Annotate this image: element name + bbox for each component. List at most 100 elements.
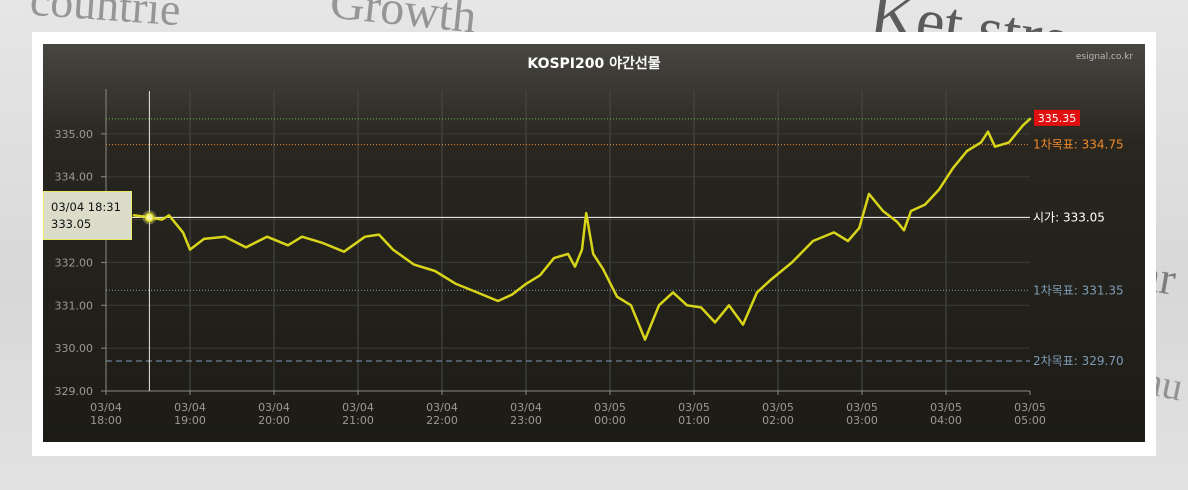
y-tick-label: 329.00 — [55, 385, 94, 398]
x-tick-label: 03/04 — [90, 401, 122, 414]
x-tick-label: 18:00 — [90, 414, 122, 427]
data-point — [567, 253, 569, 255]
price-series-line — [132, 117, 1032, 341]
data-point — [413, 263, 415, 266]
data-point — [168, 214, 170, 217]
data-point — [301, 235, 303, 238]
data-point — [392, 248, 394, 251]
data-point — [343, 250, 345, 253]
x-tick-label: 05:00 — [1014, 414, 1046, 427]
x-tick-label: 03/05 — [678, 401, 710, 414]
data-point — [791, 261, 793, 264]
data-point — [497, 300, 499, 302]
data-point — [434, 270, 436, 272]
tooltip-value: 333.05 — [51, 217, 92, 231]
source-label: esignal.co.kr — [1075, 52, 1133, 62]
x-tick-label: 03/04 — [174, 401, 206, 414]
data-point — [952, 167, 954, 169]
y-tick-label: 332.00 — [55, 256, 94, 269]
chart-panel[interactable]: 03/04 18:00 03/04 19:00 03/04 20:00 03/04 21:00… — [43, 44, 1145, 442]
data-point — [378, 233, 380, 236]
data-point — [287, 244, 289, 247]
data-point — [966, 150, 968, 152]
y-tick-label: 335.00 — [55, 128, 94, 141]
chart-plot[interactable]: 03/0418:0003/0419:0003/0420:0003/0421:00… — [43, 44, 1145, 442]
data-point — [189, 248, 191, 251]
data-point — [847, 240, 849, 242]
data-point — [672, 291, 674, 294]
reference-line-label: 시가: 333.05 — [1033, 210, 1105, 224]
data-point — [812, 240, 814, 242]
x-tick-label: 03/05 — [594, 401, 626, 414]
data-point — [700, 306, 702, 309]
data-point — [924, 203, 926, 206]
reference-line-label: 1차목표: 334.75 — [1033, 138, 1124, 152]
x-tick-label: 03/04 — [426, 401, 458, 414]
crosshair-marker — [144, 212, 155, 223]
y-tick-label: 331.00 — [55, 299, 94, 312]
data-point — [896, 220, 898, 223]
data-point — [644, 338, 646, 341]
data-point — [581, 248, 583, 251]
data-point — [1008, 141, 1010, 144]
data-point — [1029, 118, 1031, 120]
background-word: countrie — [28, 0, 183, 36]
data-point — [910, 210, 912, 212]
x-tick-label: 03/05 — [1014, 401, 1046, 414]
data-point — [994, 145, 996, 148]
data-point — [980, 141, 982, 144]
data-point — [658, 304, 660, 307]
data-point — [714, 321, 716, 324]
data-point — [161, 218, 163, 221]
data-point — [770, 278, 772, 281]
y-tick-label: 330.00 — [55, 342, 94, 355]
y-tick-label: 334.00 — [55, 171, 94, 184]
x-tick-label: 22:00 — [426, 414, 458, 427]
data-point — [630, 304, 632, 307]
x-tick-label: 03/05 — [930, 401, 962, 414]
data-point — [511, 293, 513, 296]
x-tick-label: 02:00 — [762, 414, 794, 427]
x-tick-label: 21:00 — [342, 414, 374, 427]
data-point — [585, 212, 587, 214]
data-point — [728, 304, 730, 307]
x-tick-label: 03/05 — [846, 401, 878, 414]
x-tick-label: 19:00 — [174, 414, 206, 427]
tooltip-time: 03/04 18:31 — [51, 200, 121, 214]
x-tick-label: 04:00 — [930, 414, 962, 427]
last-price-label: 335.35 — [1038, 112, 1077, 125]
data-point — [539, 274, 541, 277]
x-tick-label: 03/04 — [510, 401, 542, 414]
x-tick-label: 00:00 — [594, 414, 626, 427]
data-point — [858, 227, 860, 229]
x-tick-label: 03/04 — [342, 401, 374, 414]
data-point — [476, 291, 478, 294]
data-point — [602, 268, 604, 270]
x-tick-label: 03:00 — [846, 414, 878, 427]
data-point — [868, 193, 870, 195]
data-point — [938, 188, 940, 191]
data-point — [903, 229, 905, 232]
data-point — [245, 246, 247, 249]
data-point — [455, 283, 457, 285]
data-point — [882, 210, 884, 212]
data-point — [833, 231, 835, 234]
data-point — [203, 238, 205, 240]
data-point — [686, 304, 688, 307]
data-point — [553, 257, 555, 259]
data-point — [592, 253, 594, 255]
x-tick-label: 03/04 — [258, 401, 290, 414]
reference-line-label: 2차목표: 329.70 — [1033, 354, 1124, 368]
data-point — [133, 214, 135, 217]
data-point — [574, 265, 576, 268]
x-tick-label: 20:00 — [258, 414, 290, 427]
data-point — [182, 231, 184, 234]
data-point — [224, 235, 226, 238]
chart-title: KOSPI200 야간선물 — [527, 56, 661, 72]
reference-line-label: 1차목표: 331.35 — [1033, 283, 1124, 297]
crosshair-tooltip: 03/04 18:31 333.05 — [43, 191, 132, 240]
data-point — [616, 295, 618, 298]
data-point — [1022, 124, 1024, 127]
x-tick-label: 01:00 — [678, 414, 710, 427]
data-point — [266, 235, 268, 238]
